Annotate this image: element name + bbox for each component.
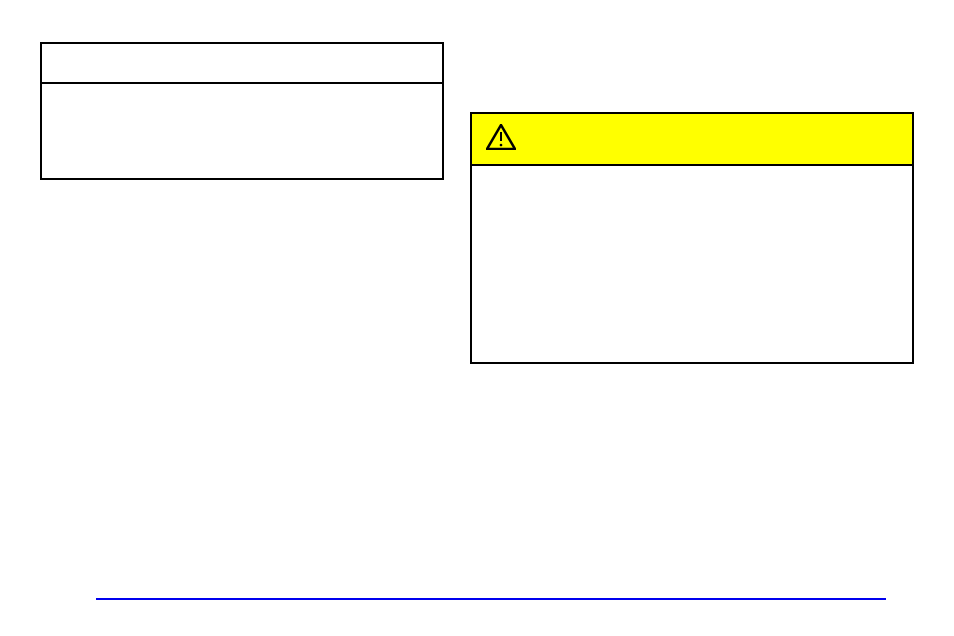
left-notice-header bbox=[42, 44, 442, 84]
warning-triangle-icon bbox=[486, 124, 516, 155]
left-notice-box bbox=[40, 42, 444, 180]
right-caution-header bbox=[472, 114, 912, 166]
right-caution-body bbox=[472, 166, 912, 362]
left-notice-body bbox=[42, 84, 442, 178]
right-caution-box bbox=[470, 112, 914, 364]
footer-rule bbox=[96, 598, 886, 600]
